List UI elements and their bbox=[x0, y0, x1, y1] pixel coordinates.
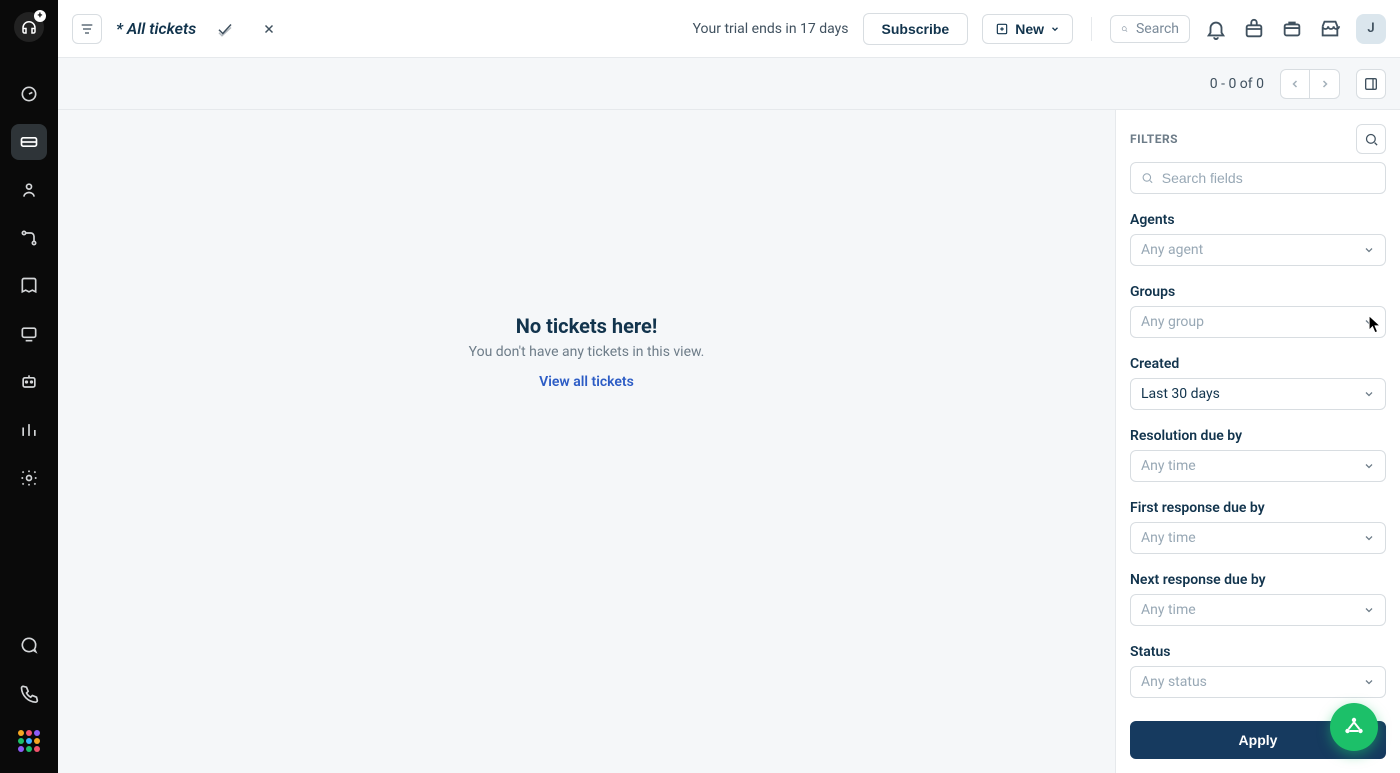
nav-analytics[interactable] bbox=[11, 412, 47, 448]
empty-subtitle: You don't have any tickets in this view. bbox=[469, 344, 705, 360]
filter-label-created: Created bbox=[1130, 356, 1386, 372]
filter-label-agents: Agents bbox=[1130, 212, 1386, 228]
filter-field-search-input[interactable] bbox=[1162, 170, 1375, 186]
nav-automation[interactable] bbox=[11, 220, 47, 256]
filter-label-groups: Groups bbox=[1130, 284, 1386, 300]
filter-agents-select[interactable]: Any agent bbox=[1130, 234, 1386, 266]
filter-status-value: Any status bbox=[1141, 674, 1207, 690]
apps-icon[interactable] bbox=[1280, 17, 1304, 41]
global-search[interactable]: Search bbox=[1110, 15, 1190, 43]
filter-created-value: Last 30 days bbox=[1141, 386, 1220, 402]
whats-new-icon[interactable] bbox=[1242, 17, 1266, 41]
nav-social[interactable] bbox=[11, 316, 47, 352]
nav-admin[interactable] bbox=[11, 460, 47, 496]
new-button-label: New bbox=[1015, 21, 1044, 37]
side-nav bbox=[11, 76, 47, 496]
nav-dashboard[interactable] bbox=[11, 76, 47, 112]
filter-label-status: Status bbox=[1130, 644, 1386, 660]
nav-solutions[interactable] bbox=[11, 268, 47, 304]
nav-contacts[interactable] bbox=[11, 172, 47, 208]
view-all-tickets-link[interactable]: View all tickets bbox=[539, 374, 634, 390]
result-count: 0 - 0 of 0 bbox=[1210, 76, 1264, 92]
search-icon bbox=[1121, 21, 1128, 37]
chevron-down-icon bbox=[1050, 24, 1060, 34]
nav-phone[interactable] bbox=[11, 675, 47, 711]
view-title: * All tickets bbox=[116, 19, 196, 38]
filter-first-response-due-select[interactable]: Any time bbox=[1130, 522, 1386, 554]
plus-square-icon bbox=[995, 22, 1009, 36]
new-button[interactable]: New bbox=[982, 14, 1073, 44]
filter-resolution-due-value: Any time bbox=[1141, 458, 1196, 474]
chevron-down-icon bbox=[1363, 532, 1375, 544]
filters-panel: FILTERS Agents Any agent Groups Any grou… bbox=[1115, 110, 1400, 773]
filter-groups-select[interactable]: Any group bbox=[1130, 306, 1386, 338]
chevron-down-icon bbox=[1363, 244, 1375, 256]
notifications-icon[interactable] bbox=[1204, 17, 1228, 41]
subscribe-button[interactable]: Subscribe bbox=[863, 13, 969, 45]
divider bbox=[1091, 17, 1092, 41]
plus-badge-icon: + bbox=[34, 10, 46, 22]
search-icon bbox=[1141, 171, 1154, 185]
filter-resolution-due-select[interactable]: Any time bbox=[1130, 450, 1386, 482]
subbar: 0 - 0 of 0 bbox=[58, 58, 1400, 110]
chevron-down-icon bbox=[1363, 316, 1375, 328]
freshchat-fab[interactable] bbox=[1330, 703, 1378, 751]
filter-next-response-due-value: Any time bbox=[1141, 602, 1196, 618]
chevron-down-icon bbox=[1363, 388, 1375, 400]
view-switcher-button[interactable] bbox=[72, 14, 102, 44]
avatar[interactable]: J bbox=[1356, 14, 1386, 44]
search-placeholder: Search bbox=[1136, 21, 1179, 37]
nav-chat[interactable] bbox=[11, 627, 47, 663]
freshchat-icon bbox=[1342, 715, 1366, 739]
filters-search-button[interactable] bbox=[1356, 124, 1386, 154]
trial-notice: Your trial ends in 17 days bbox=[693, 21, 849, 37]
ticket-list: No tickets here! You don't have any tick… bbox=[58, 110, 1115, 773]
marketplace-icon[interactable] bbox=[1318, 17, 1342, 41]
chevron-down-icon bbox=[1363, 676, 1375, 688]
header: * All tickets Your trial ends in 17 days… bbox=[58, 0, 1400, 58]
chevron-down-icon bbox=[1363, 604, 1375, 616]
filter-panel-toggle[interactable] bbox=[1356, 69, 1386, 99]
filters-heading: FILTERS bbox=[1130, 132, 1178, 146]
filter-label-next-response-due: Next response due by bbox=[1130, 572, 1386, 588]
filter-agents-value: Any agent bbox=[1141, 242, 1203, 258]
nav-freshworks-switcher[interactable] bbox=[11, 723, 47, 759]
filter-label-resolution-due: Resolution due by bbox=[1130, 428, 1386, 444]
empty-title: No tickets here! bbox=[516, 314, 658, 338]
filter-field-search[interactable] bbox=[1130, 162, 1386, 194]
pager-next[interactable] bbox=[1310, 69, 1340, 99]
filter-next-response-due-select[interactable]: Any time bbox=[1130, 594, 1386, 626]
pager-prev[interactable] bbox=[1280, 69, 1310, 99]
discard-view-button[interactable] bbox=[254, 14, 284, 44]
filter-groups-value: Any group bbox=[1141, 314, 1204, 330]
nav-tickets[interactable] bbox=[11, 124, 47, 160]
sidebar: + bbox=[0, 0, 58, 773]
nav-bot[interactable] bbox=[11, 364, 47, 400]
filter-label-first-response-due: First response due by bbox=[1130, 500, 1386, 516]
filter-status-select[interactable]: Any status bbox=[1130, 666, 1386, 698]
filter-first-response-due-value: Any time bbox=[1141, 530, 1196, 546]
pager bbox=[1280, 69, 1340, 99]
filter-created-select[interactable]: Last 30 days bbox=[1130, 378, 1386, 410]
save-view-button[interactable] bbox=[210, 14, 240, 44]
product-logo[interactable]: + bbox=[14, 12, 44, 42]
chevron-down-icon bbox=[1363, 460, 1375, 472]
